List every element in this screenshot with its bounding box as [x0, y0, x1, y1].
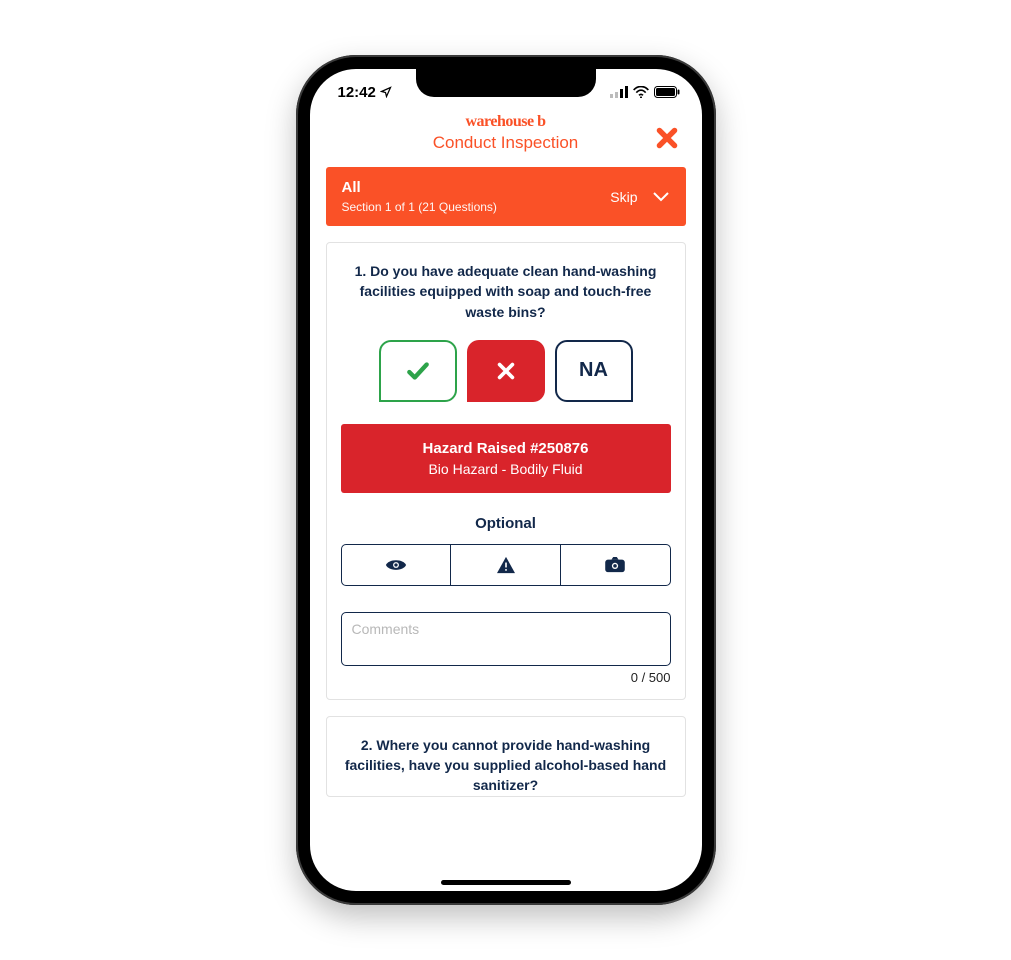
wifi-icon — [633, 86, 649, 98]
camera-icon — [604, 557, 626, 573]
question-card-2: 2. Where you cannot provide hand-washing… — [326, 716, 686, 797]
comments-input[interactable]: Comments — [341, 612, 671, 666]
answer-no-button[interactable] — [467, 340, 545, 402]
question-text: 2. Where you cannot provide hand-washing… — [341, 735, 671, 796]
battery-icon — [654, 86, 680, 98]
na-label: NA — [579, 359, 608, 382]
phone-frame: 12:42 warehouse b Conduct Inspection All… — [296, 55, 716, 905]
answer-yes-button[interactable] — [379, 340, 457, 402]
close-icon — [654, 125, 680, 151]
hazard-alert[interactable]: Hazard Raised #250876 Bio Hazard - Bodil… — [341, 424, 671, 493]
skip-button[interactable]: Skip — [610, 189, 637, 205]
hazard-subtitle: Bio Hazard - Bodily Fluid — [351, 461, 661, 477]
hazard-title: Hazard Raised #250876 — [351, 440, 661, 457]
camera-button[interactable] — [560, 545, 670, 585]
page-title: Conduct Inspection — [328, 133, 684, 153]
view-button[interactable] — [342, 545, 451, 585]
status-time: 12:42 — [338, 84, 376, 101]
optional-label: Optional — [341, 515, 671, 532]
question-text: 1. Do you have adequate clean hand-washi… — [341, 261, 671, 322]
chevron-down-icon[interactable] — [652, 191, 670, 203]
check-icon — [405, 358, 431, 384]
brand-label: warehouse b — [328, 113, 684, 131]
optional-actions — [341, 544, 671, 586]
question-card-1: 1. Do you have adequate clean hand-washi… — [326, 242, 686, 700]
home-indicator[interactable] — [441, 880, 571, 885]
warning-button[interactable] — [450, 545, 560, 585]
answer-na-button[interactable]: NA — [555, 340, 633, 402]
phone-screen: 12:42 warehouse b Conduct Inspection All… — [310, 69, 702, 891]
x-icon — [495, 360, 517, 382]
section-banner[interactable]: All Section 1 of 1 (21 Questions) Skip — [326, 167, 686, 226]
phone-notch — [416, 69, 596, 97]
section-subtitle: Section 1 of 1 (21 Questions) — [342, 200, 497, 214]
comments-placeholder: Comments — [352, 621, 420, 637]
eye-icon — [385, 557, 407, 573]
answer-row: NA — [341, 340, 671, 402]
app-header: warehouse b Conduct Inspection — [310, 107, 702, 161]
char-count: 0 / 500 — [341, 670, 671, 685]
signal-icon — [610, 86, 628, 98]
section-title: All — [342, 179, 497, 196]
close-button[interactable] — [654, 125, 680, 151]
location-icon — [380, 86, 392, 98]
warning-icon — [496, 556, 516, 574]
